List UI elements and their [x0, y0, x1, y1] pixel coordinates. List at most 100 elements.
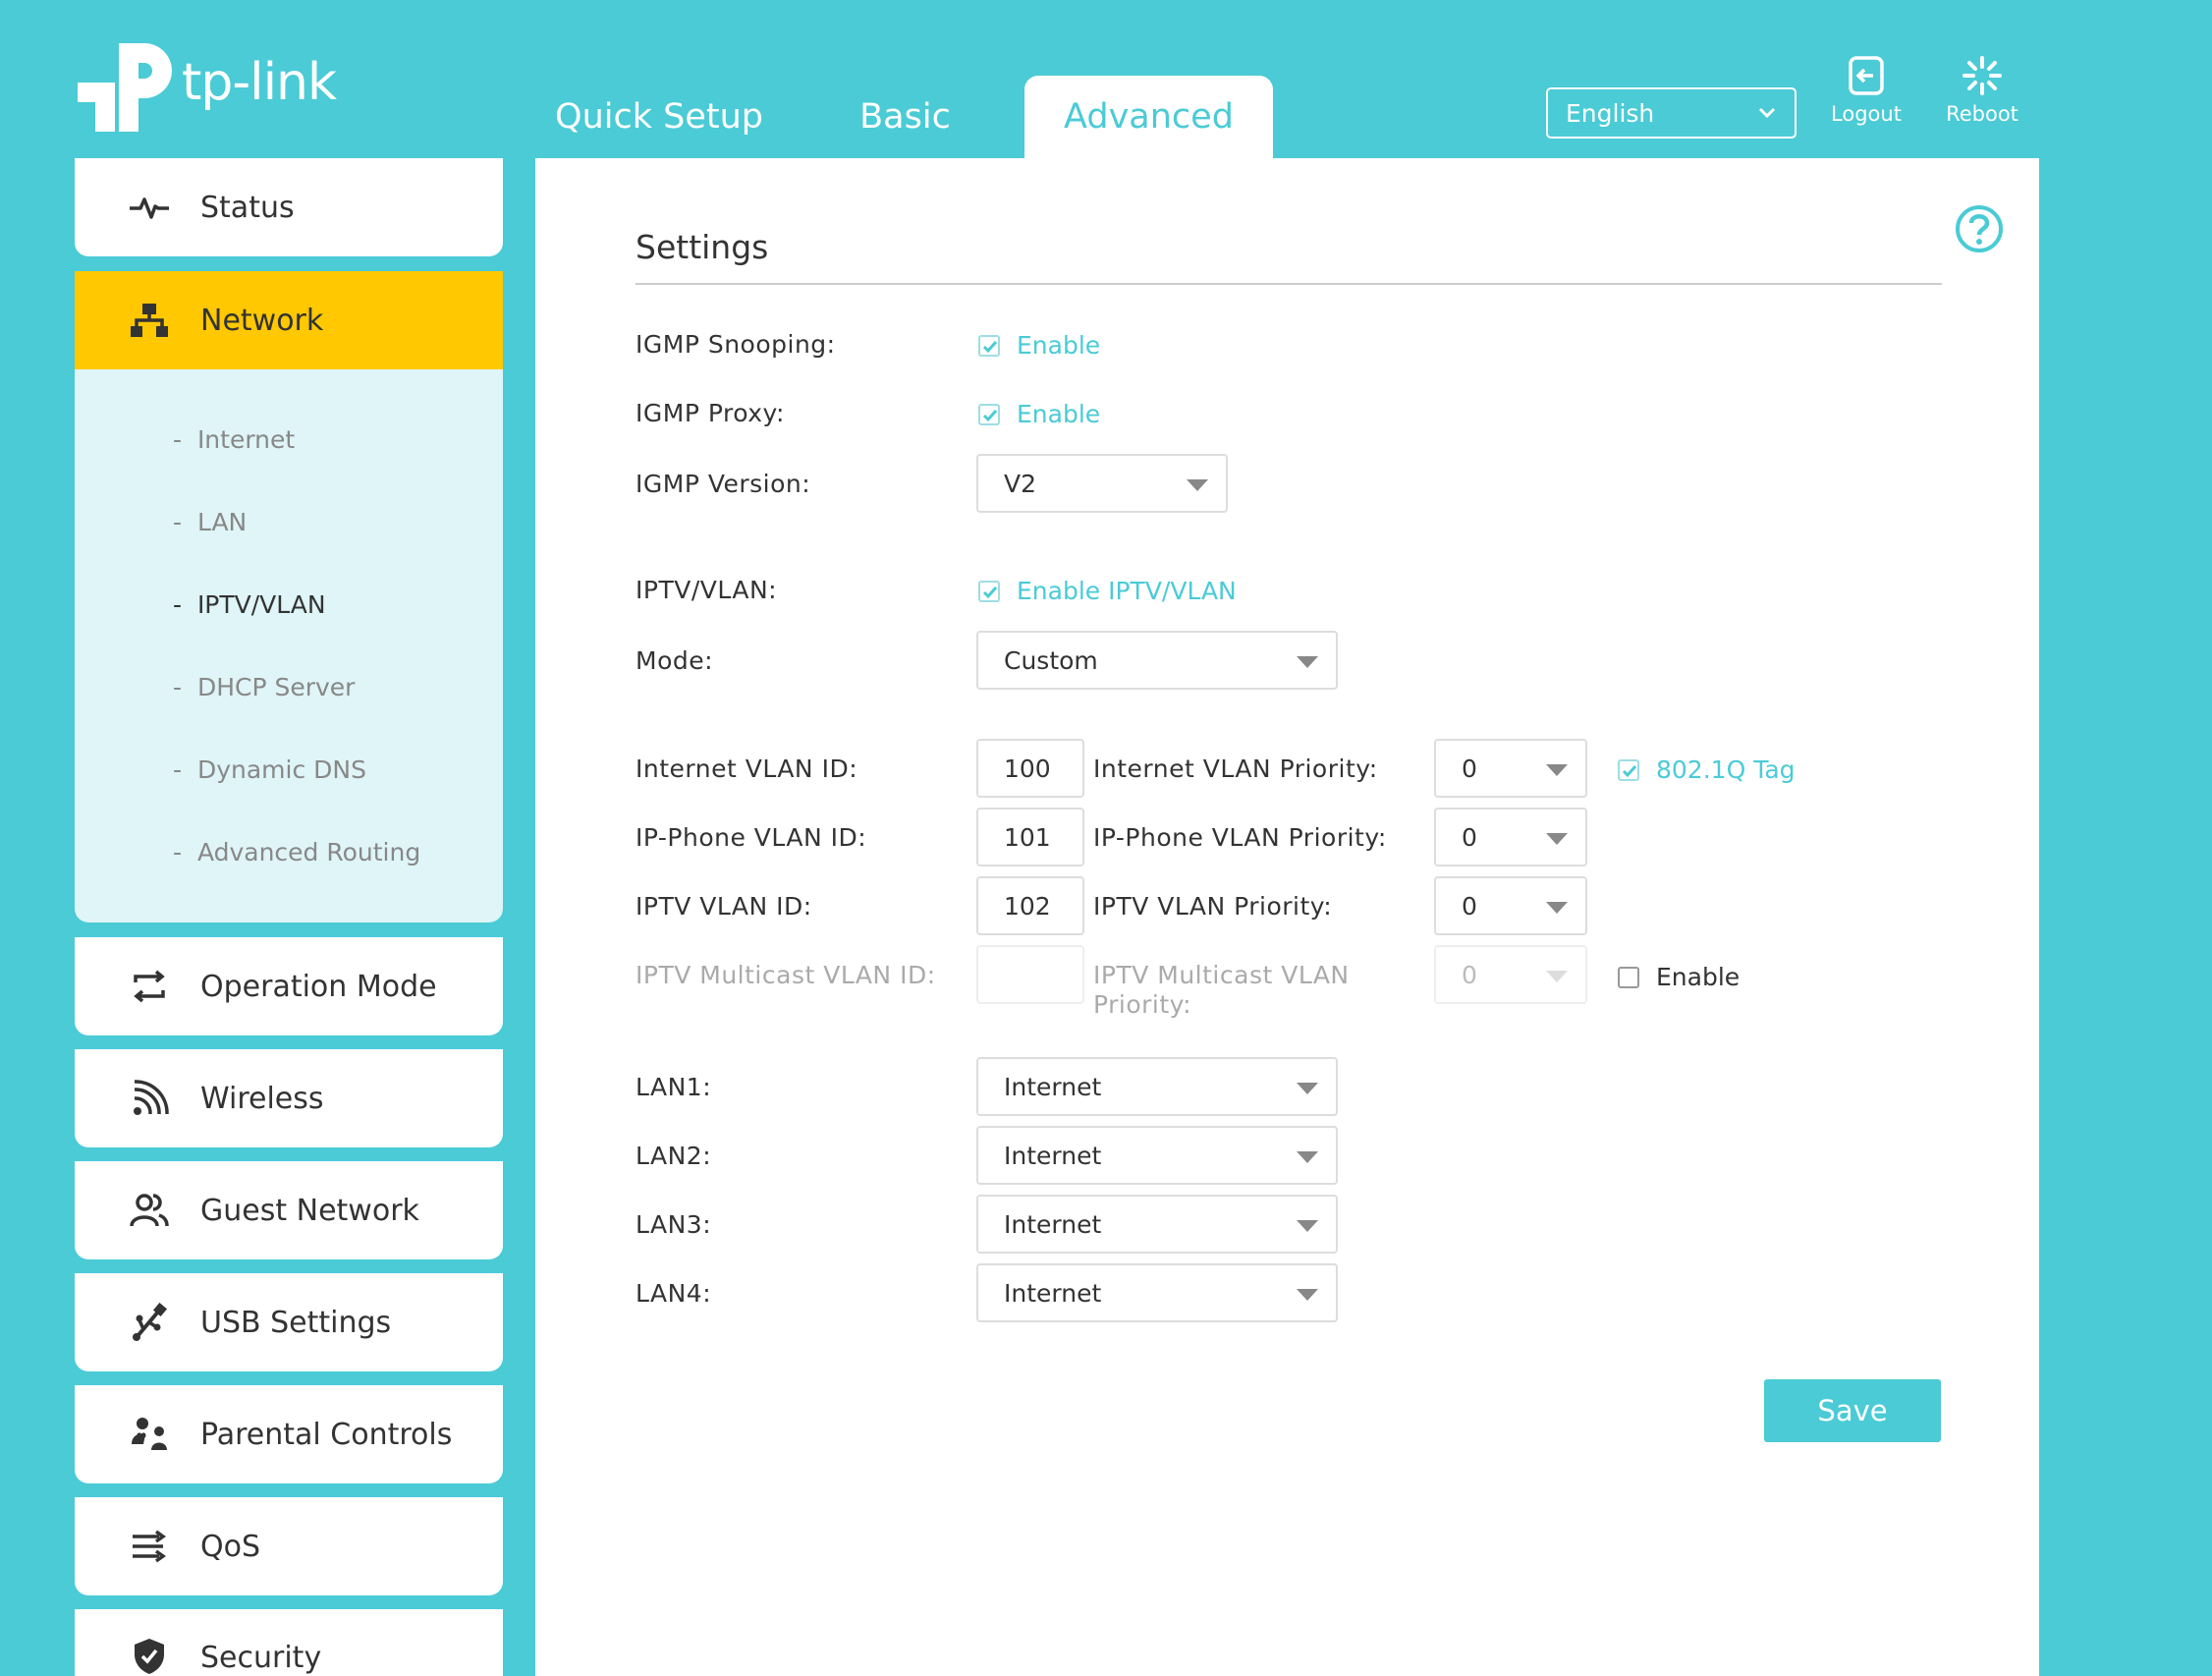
- submenu-item-dynamic-dns[interactable]: - Dynamic DNS: [173, 755, 366, 784]
- mode-select[interactable]: Custom: [976, 631, 1338, 690]
- checkbox-box: [978, 334, 1000, 357]
- sidebar-item-parental-controls[interactable]: Parental Controls: [75, 1385, 503, 1483]
- submenu-item-dhcp-server[interactable]: - DHCP Server: [173, 673, 355, 701]
- checkbox-label: Enable: [1017, 400, 1101, 428]
- lan3-label: LAN3:: [636, 1210, 712, 1239]
- ip-phone-vlan-id-input[interactable]: 101: [976, 808, 1084, 866]
- submenu-label: Advanced Routing: [196, 838, 421, 866]
- lan1-select[interactable]: Internet: [976, 1057, 1338, 1116]
- internet-vlan-priority-select[interactable]: 0: [1434, 739, 1587, 798]
- sidebar-item-security[interactable]: Security: [75, 1609, 503, 1676]
- sidebar-item-wireless[interactable]: Wireless: [75, 1049, 503, 1147]
- network-submenu: - Internet - LAN - IPTV/VLAN - DHCP Serv…: [75, 369, 503, 922]
- select-value: Internet: [1004, 1141, 1102, 1170]
- check-icon: [982, 586, 998, 598]
- select-value: Internet: [1004, 1278, 1102, 1308]
- iptv-multicast-vlan-priority-label: IPTV Multicast VLAN Priority:: [1093, 961, 1350, 1020]
- submenu-label: IPTV/VLAN: [196, 590, 326, 619]
- dropdown-arrow-icon: [1297, 656, 1318, 668]
- submenu-label: Internet: [196, 425, 296, 454]
- save-button[interactable]: Save: [1764, 1379, 1941, 1442]
- submenu-dash: -: [173, 590, 183, 619]
- iptv-multicast-vlan-id-label: IPTV Multicast VLAN ID:: [636, 961, 936, 989]
- submenu-dash: -: [173, 838, 183, 866]
- ip-phone-vlan-id-label: IP-Phone VLAN ID:: [636, 823, 867, 852]
- select-value: V2: [1004, 469, 1037, 498]
- help-icon[interactable]: [1954, 203, 2005, 254]
- iptv-vlan-id-input[interactable]: 102: [976, 876, 1084, 935]
- submenu-item-lan[interactable]: - LAN: [173, 508, 247, 536]
- internet-vlan-priority-label: Internet VLAN Priority:: [1093, 754, 1378, 783]
- iptv-vlan-priority-select[interactable]: 0: [1434, 876, 1587, 935]
- submenu-item-iptv-vlan[interactable]: - IPTV/VLAN: [173, 590, 326, 619]
- sidebar-item-label: Security: [200, 1641, 322, 1675]
- igmp-proxy-checkbox[interactable]: Enable: [978, 400, 1100, 428]
- internet-vlan-id-input[interactable]: 100: [976, 739, 1084, 798]
- reboot-button[interactable]: Reboot: [1928, 55, 2036, 126]
- shield-icon: [135, 1639, 164, 1674]
- sidebar-item-network[interactable]: Network: [75, 271, 503, 369]
- guest-network-icon: [130, 1194, 169, 1227]
- logout-button[interactable]: Logout: [1812, 55, 1920, 126]
- language-value: English: [1566, 98, 1655, 128]
- checkbox-label: 802.1Q Tag: [1656, 755, 1796, 784]
- reboot-label: Reboot: [1946, 102, 2018, 126]
- operation-mode-icon: [134, 970, 165, 1003]
- language-select[interactable]: English: [1546, 87, 1797, 139]
- chevron-down-icon: [1758, 107, 1776, 119]
- dropdown-arrow-icon: [1297, 1083, 1318, 1094]
- lan2-select[interactable]: Internet: [976, 1126, 1338, 1185]
- submenu-dash: -: [173, 508, 183, 536]
- igmp-snooping-checkbox[interactable]: Enable: [978, 331, 1100, 360]
- sidebar-item-label: Network: [200, 303, 324, 338]
- network-icon: [131, 304, 168, 337]
- iptv-multicast-vlan-id-input[interactable]: [976, 945, 1084, 1004]
- checkbox-label: Enable: [1017, 331, 1101, 360]
- lan4-select[interactable]: Internet: [976, 1263, 1338, 1322]
- tp-link-logo-mark: [74, 35, 176, 138]
- check-icon: [982, 340, 998, 353]
- ip-phone-vlan-priority-select[interactable]: 0: [1434, 808, 1587, 866]
- qos-icon: [133, 1530, 167, 1563]
- tp-link-logo: tp-link: [74, 35, 337, 138]
- usb-icon: [133, 1303, 168, 1341]
- submenu-label: DHCP Server: [196, 673, 356, 701]
- dropdown-arrow-icon: [1546, 971, 1568, 982]
- select-value: Internet: [1004, 1072, 1102, 1101]
- submenu-item-advanced-routing[interactable]: - Advanced Routing: [173, 838, 420, 866]
- page-title: Settings: [636, 228, 769, 266]
- tab-quick-setup[interactable]: Quick Setup: [532, 76, 786, 158]
- lan4-label: LAN4:: [636, 1279, 712, 1308]
- sidebar-item-label: Operation Mode: [200, 969, 437, 1004]
- label-line-1: IPTV Multicast VLAN: [1093, 961, 1350, 989]
- title-divider: [636, 283, 1942, 285]
- dropdown-arrow-icon: [1546, 902, 1568, 914]
- igmp-version-select[interactable]: V2: [976, 454, 1228, 513]
- select-value: 0: [1462, 754, 1477, 783]
- 8021q-tag-checkbox[interactable]: 802.1Q Tag: [1618, 755, 1796, 784]
- check-icon: [982, 409, 998, 421]
- iptv-multicast-vlan-priority-select[interactable]: 0: [1434, 945, 1587, 1004]
- multicast-enable-checkbox[interactable]: Enable: [1618, 963, 1740, 991]
- sidebar-item-usb-settings[interactable]: USB Settings: [75, 1273, 503, 1371]
- sidebar-item-qos[interactable]: QoS: [75, 1497, 503, 1595]
- iptv-vlan-label: IPTV/VLAN:: [636, 576, 778, 604]
- lan3-select[interactable]: Internet: [976, 1195, 1338, 1254]
- lan1-label: LAN1:: [636, 1073, 712, 1101]
- enable-iptv-vlan-checkbox[interactable]: Enable IPTV/VLAN: [978, 577, 1237, 605]
- checkbox-box: [1618, 966, 1639, 988]
- brand-name: tp-link: [182, 53, 337, 112]
- sidebar-item-guest-network[interactable]: Guest Network: [75, 1161, 503, 1259]
- igmp-snooping-label: IGMP Snooping:: [636, 330, 836, 359]
- sidebar-item-label: Wireless: [200, 1081, 324, 1116]
- sidebar-item-operation-mode[interactable]: Operation Mode: [75, 937, 503, 1035]
- tab-basic[interactable]: Basic: [786, 76, 1024, 158]
- sidebar-item-label: Guest Network: [200, 1193, 419, 1228]
- logout-icon: [1849, 56, 1884, 95]
- checkbox-label: Enable: [1656, 963, 1741, 991]
- tab-advanced[interactable]: Advanced: [1024, 76, 1273, 158]
- dropdown-arrow-icon: [1297, 1289, 1318, 1301]
- submenu-item-internet[interactable]: - Internet: [173, 425, 295, 454]
- check-icon: [1622, 764, 1637, 777]
- sidebar-item-status[interactable]: Status: [75, 158, 503, 256]
